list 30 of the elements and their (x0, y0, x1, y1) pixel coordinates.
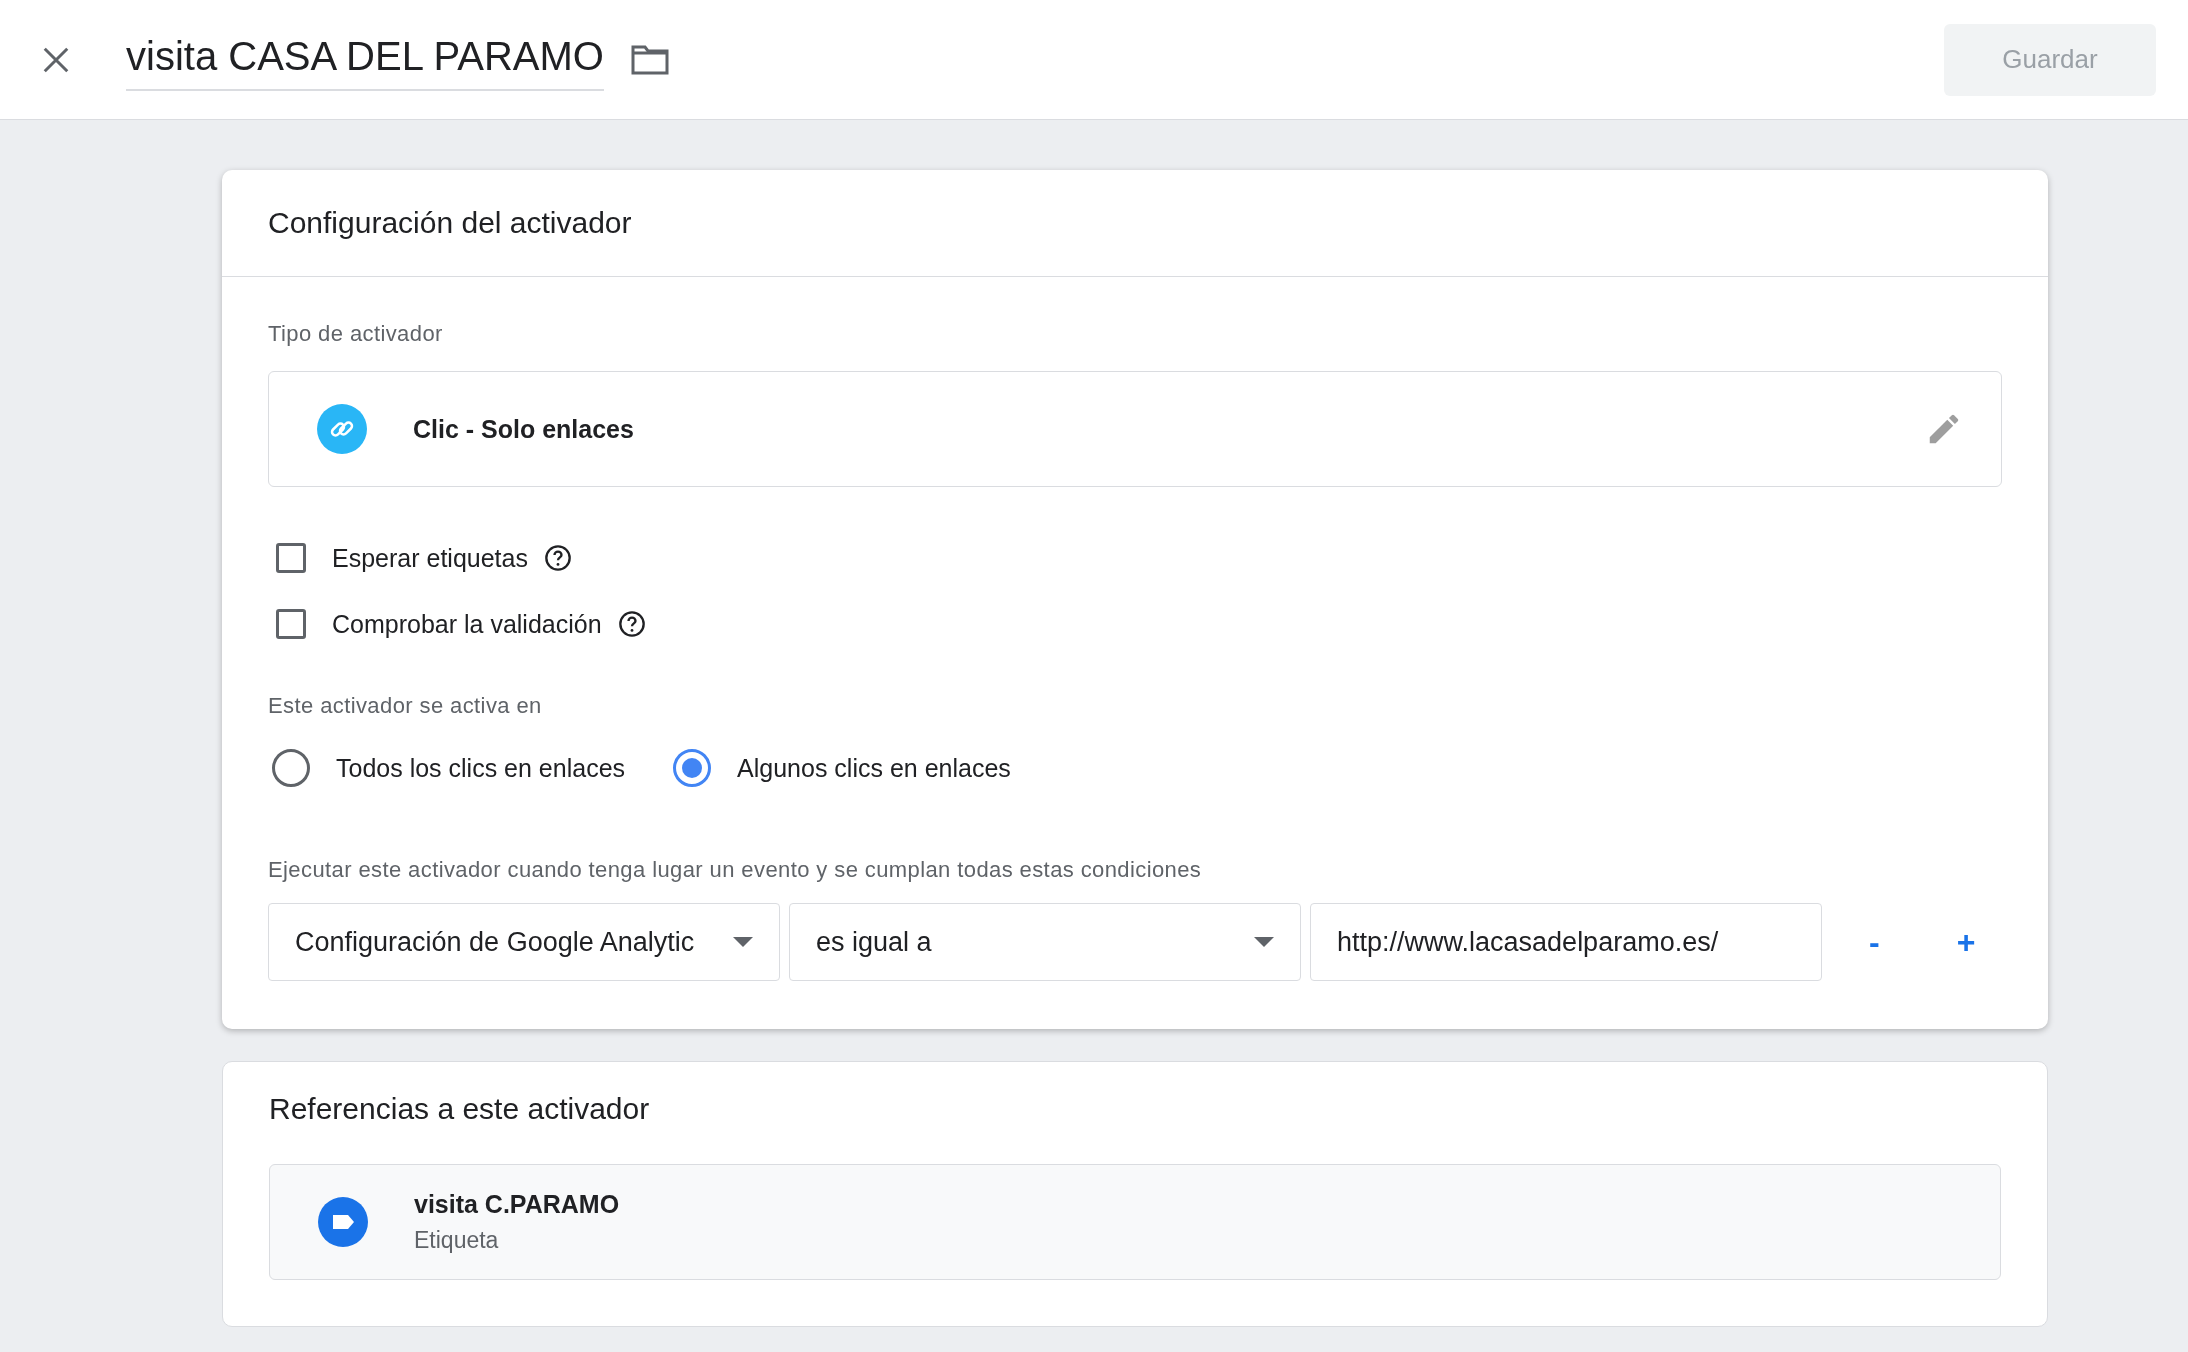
card-title: Configuración del activador (222, 170, 2048, 277)
help-icon[interactable] (617, 610, 646, 638)
reference-item[interactable]: visita C.PARAMO Etiqueta (269, 1164, 2001, 1280)
tag-icon (318, 1197, 368, 1247)
caret-icon (1254, 937, 1274, 947)
trigger-type-card[interactable]: Clic - Solo enlaces (268, 371, 2002, 487)
help-icon[interactable] (543, 544, 572, 572)
radio-label: Todos los clics en enlaces (336, 753, 626, 783)
checkbox[interactable] (276, 609, 306, 639)
radio-label: Algunos clics en enlaces (737, 753, 1011, 783)
reference-name: visita C.PARAMO (414, 1190, 620, 1219)
operator-dropdown[interactable]: es igual a (789, 903, 1301, 981)
section-label: Ejecutar este activador cuando tenga lugar un evento y se cumplan todas estas condiciones (268, 857, 1203, 883)
value-input[interactable]: http://www.lacasadelparamo.es/ (1310, 903, 1822, 981)
radio-button[interactable] (673, 749, 712, 787)
section-label: Tipo de activador (268, 321, 444, 347)
link-icon (317, 404, 367, 454)
caret-icon (733, 937, 753, 947)
trigger-name-field[interactable]: visita CASA DEL PARAMO (126, 28, 604, 91)
remove-condition-button[interactable]: - (1859, 923, 1890, 961)
card-title: Referencias a este activador (269, 1092, 651, 1126)
checkbox[interactable] (276, 543, 306, 573)
reference-type: Etiqueta (414, 1227, 500, 1254)
checkbox-label: Esperar etiquetas (332, 543, 528, 573)
add-condition-button[interactable]: + (1946, 923, 1986, 961)
trigger-type-name: Clic - Solo enlaces (413, 414, 634, 444)
variable-dropdown[interactable]: Configuración de Google Analytic (268, 903, 780, 981)
checkbox-label: Comprobar la validación (332, 609, 602, 639)
radio-button[interactable] (272, 749, 310, 787)
section-label: Este activador se activa en (268, 693, 543, 719)
